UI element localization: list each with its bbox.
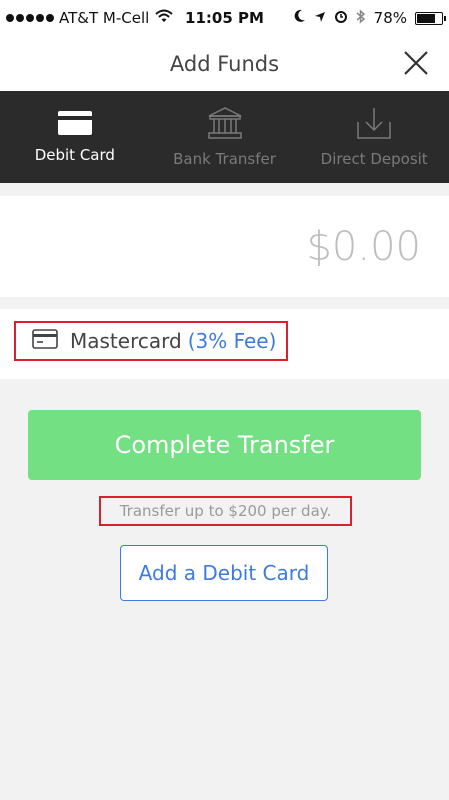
card-panel: Mastercard (3% Fee)	[0, 309, 449, 379]
location-arrow-icon	[314, 9, 326, 27]
card-fee: (3% Fee)	[187, 329, 277, 353]
page-title: Add Funds	[169, 51, 280, 76]
status-bar: AT&T M-Cell 11:05 PM 78%	[0, 0, 449, 36]
card-name: Mastercard	[70, 329, 182, 353]
amount-input[interactable]: $0.00	[306, 196, 421, 297]
funding-method-tabs: Debit Card Bank Transfer Direct Deposit	[0, 91, 449, 183]
amount-panel[interactable]: $0.00	[0, 196, 449, 297]
moon-icon	[294, 9, 306, 27]
status-right-group: 78%	[294, 0, 446, 36]
battery-fill	[417, 13, 435, 23]
battery-percent: 78%	[373, 9, 407, 27]
download-tray-icon	[356, 106, 392, 140]
tab-label: Debit Card	[34, 146, 115, 164]
battery-icon	[415, 11, 446, 25]
add-debit-card-button[interactable]: Add a Debit Card	[120, 545, 328, 601]
tab-label: Direct Deposit	[320, 150, 428, 168]
card-icon	[32, 328, 58, 354]
tab-bank-transfer[interactable]: Bank Transfer	[150, 91, 300, 183]
bluetooth-icon	[356, 8, 366, 28]
alarm-icon	[334, 9, 348, 27]
complete-transfer-button[interactable]: Complete Transfer	[28, 410, 421, 480]
nav-bar: Add Funds	[0, 36, 449, 91]
tab-direct-deposit[interactable]: Direct Deposit	[299, 91, 449, 183]
card-selector[interactable]: Mastercard (3% Fee)	[14, 321, 288, 361]
close-icon[interactable]	[401, 48, 431, 78]
debit-card-icon	[57, 110, 93, 136]
tab-label: Bank Transfer	[173, 150, 276, 168]
tab-debit-card[interactable]: Debit Card	[0, 91, 150, 183]
bank-icon	[207, 106, 243, 140]
transfer-limit-note: Transfer up to $200 per day.	[99, 496, 352, 526]
